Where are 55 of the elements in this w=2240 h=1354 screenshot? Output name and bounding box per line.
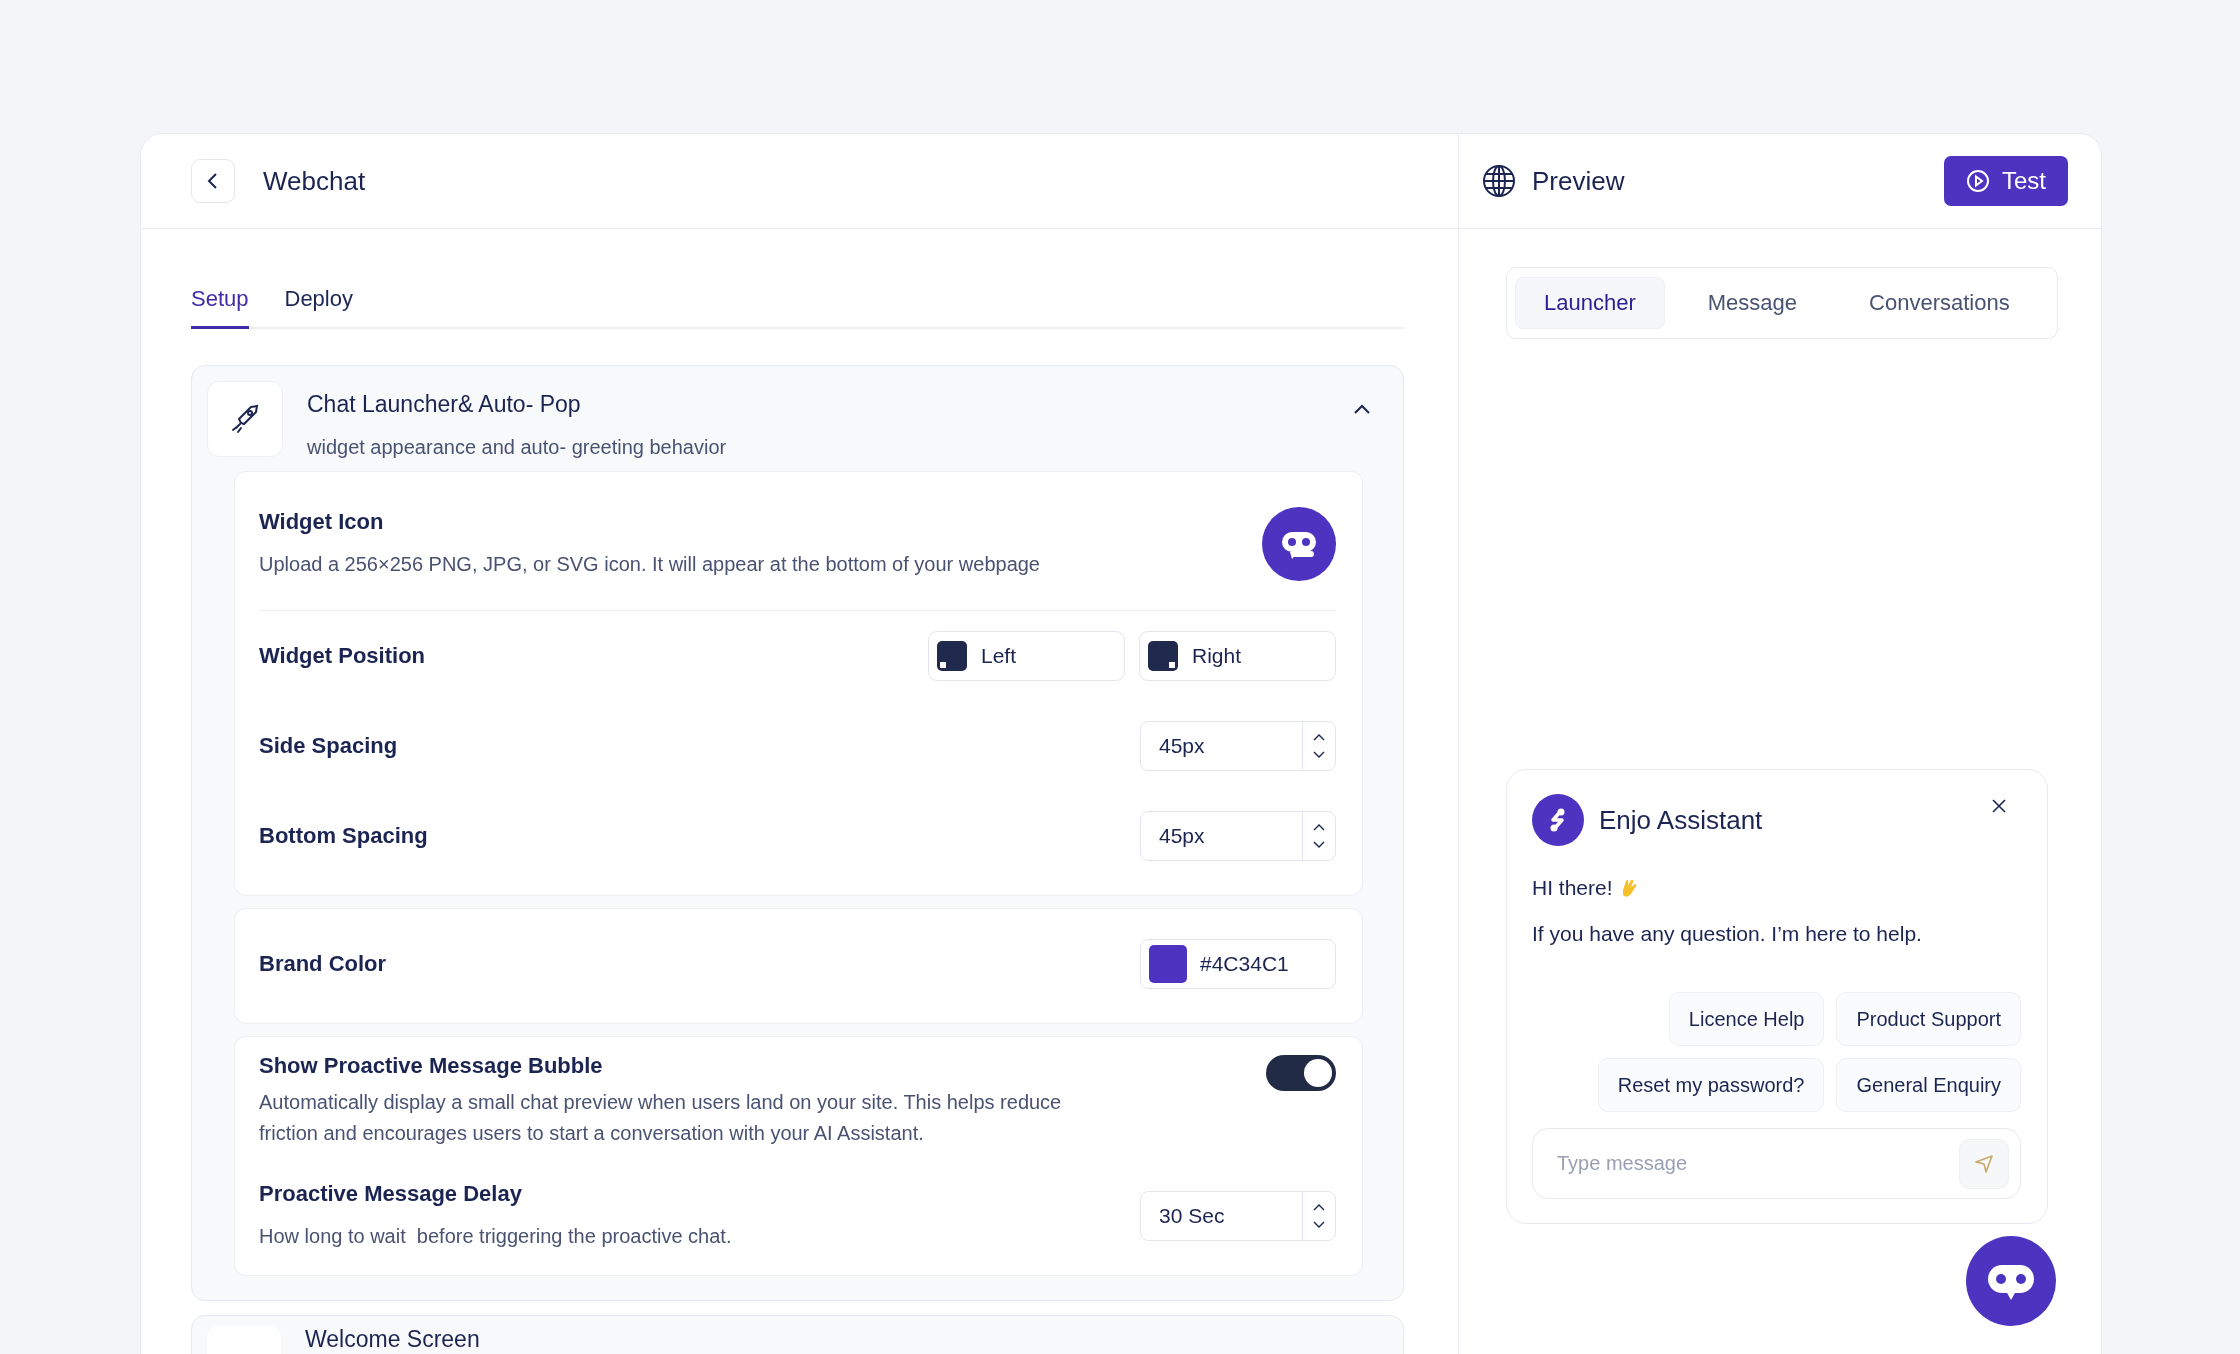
setting-label: Side Spacing bbox=[259, 733, 398, 759]
back-button[interactable] bbox=[191, 159, 235, 203]
setting-description: Upload a 256×256 PNG, JPG, or SVG icon. It will appear at the bottom of your webpage bbox=[259, 551, 1040, 577]
chevron-up-icon[interactable] bbox=[1313, 1202, 1325, 1211]
delay-field[interactable]: 30 Sec bbox=[1140, 1191, 1336, 1241]
preview-tab[interactable]: Launcher bbox=[1515, 277, 1665, 329]
bottom-spacing-field[interactable]: 45px bbox=[1140, 811, 1336, 861]
position-option[interactable]: Right bbox=[1139, 631, 1336, 681]
assistant-avatar-icon bbox=[1532, 794, 1584, 846]
suggestion-chip[interactable]: Licence Help bbox=[1668, 992, 1825, 1046]
back-icon[interactable] bbox=[206, 172, 220, 190]
play-icon bbox=[1966, 169, 1990, 193]
toggle-switch[interactable] bbox=[1266, 1055, 1336, 1091]
message-input[interactable]: Type message bbox=[1532, 1128, 2021, 1199]
suggestion-chip[interactable]: Reset my password? bbox=[1597, 1058, 1825, 1112]
suggestion-chip[interactable]: General Enquiry bbox=[1836, 1058, 2021, 1112]
rocket-icon bbox=[207, 381, 283, 457]
preview-title: Preview bbox=[1532, 165, 1625, 197]
tab[interactable]: Deploy bbox=[284, 286, 353, 329]
suggestion-chip[interactable]: Product Support bbox=[1836, 992, 2021, 1046]
test-button[interactable]: Test bbox=[1944, 156, 2068, 206]
setting-label: Widget Icon bbox=[259, 508, 385, 535]
chevron-up-icon[interactable] bbox=[1313, 732, 1325, 741]
section-title: Welcome Screen bbox=[305, 1326, 480, 1353]
setting-label: Widget Position bbox=[259, 643, 425, 669]
chevron-up-icon[interactable] bbox=[1353, 403, 1371, 415]
side-spacing-field[interactable]: 45px bbox=[1140, 721, 1336, 771]
bottom-left-position-icon bbox=[937, 641, 967, 671]
send-icon bbox=[1973, 1153, 1995, 1175]
chat-title: Enjo Assistant bbox=[1599, 804, 1763, 836]
setting-description: Automatically display a small chat preview when users land on your site. This helps reduce friction and encourages users to start a conversation with your AI Assistant. bbox=[259, 1090, 1063, 1146]
section-title: Chat Launcher& Auto- Pop bbox=[307, 391, 582, 418]
close-icon[interactable] bbox=[1991, 798, 2007, 814]
setting-label: Brand Color bbox=[259, 951, 387, 977]
setting-label: Bottom Spacing bbox=[259, 823, 428, 849]
preview-tab[interactable]: Message bbox=[1678, 277, 1827, 329]
color-swatch[interactable] bbox=[1149, 945, 1187, 983]
chevron-down-icon[interactable] bbox=[1313, 751, 1325, 760]
globe-icon bbox=[1482, 164, 1516, 198]
chat-launcher-icon[interactable] bbox=[1966, 1236, 2056, 1326]
chevron-down-icon[interactable] bbox=[1313, 1221, 1325, 1230]
tab[interactable]: Setup bbox=[191, 286, 249, 329]
page-title: Webchat bbox=[263, 165, 366, 197]
chevron-up-icon[interactable] bbox=[1313, 822, 1325, 831]
setting-label: Show Proactive Message Bubble bbox=[259, 1053, 604, 1079]
setting-description: How long to wait before triggering the proactive chat. bbox=[259, 1223, 732, 1249]
chat-message: HI there! bbox=[1532, 876, 1613, 900]
position-option[interactable]: Left bbox=[928, 631, 1125, 681]
chevron-down-icon[interactable] bbox=[1313, 841, 1325, 850]
bottom-right-position-icon bbox=[1148, 641, 1178, 671]
section-subtitle: widget appearance and auto- greeting behavior bbox=[307, 436, 728, 459]
robot-chat-icon[interactable] bbox=[1262, 507, 1336, 581]
chat-message: If you have any question. I’m here to help. bbox=[1532, 922, 1923, 946]
preview-tab[interactable]: Conversations bbox=[1840, 277, 2039, 329]
setting-label: Proactive Message Delay bbox=[259, 1180, 523, 1207]
